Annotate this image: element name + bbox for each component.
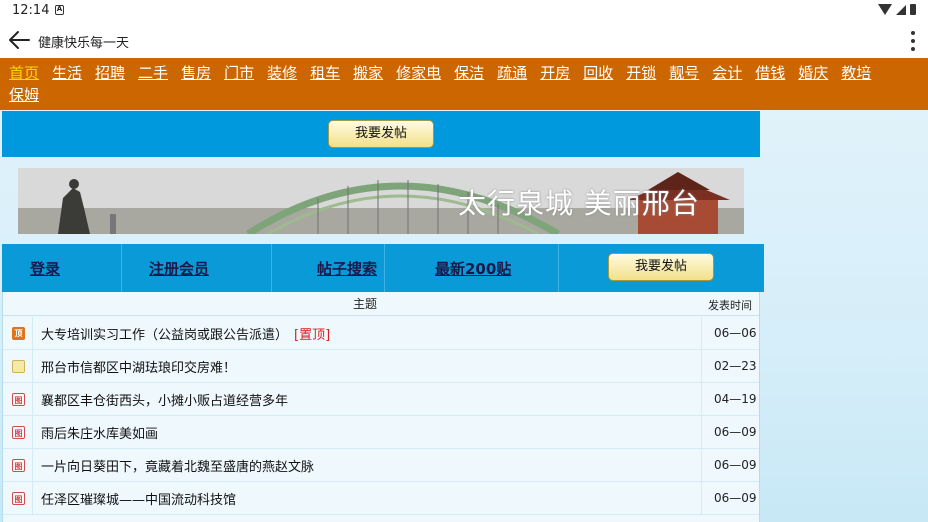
- login-link[interactable]: 登录: [30, 258, 60, 279]
- page-title: 健康快乐每一天: [38, 36, 130, 51]
- member-cell-search: 帖子搜索: [272, 244, 385, 292]
- nav-item-secondhand[interactable]: 二手: [138, 62, 168, 84]
- post-subject[interactable]: 大专培训实习工作（公益岗或跟公告派遣） [置顶]: [41, 324, 330, 343]
- table-row[interactable]: 图 一片向日葵田下，竟藏着北魏至盛唐的燕赵文脉 06—09: [3, 449, 759, 482]
- post-time: 04—19: [714, 392, 757, 406]
- post-link[interactable]: 任泽区璀璨城——中国流动科技馆: [41, 493, 236, 508]
- nav-item-home[interactable]: 首页: [9, 62, 39, 84]
- nav-item-appliance-repair[interactable]: 修家电: [396, 62, 441, 84]
- post-link[interactable]: 一片向日葵田下，竟藏着北魏至盛唐的燕赵文脉: [41, 460, 314, 475]
- post-link[interactable]: 襄都区丰仓街西头，小摊小贩占道经营多年: [41, 394, 288, 409]
- signal-icon: [896, 4, 906, 15]
- nav-item-life[interactable]: 生活: [52, 62, 82, 84]
- header-time: 发表时间: [708, 299, 752, 312]
- register-link[interactable]: 注册会员: [149, 258, 209, 279]
- table-row[interactable]: 图 雨后朱庄水库美如画 06—09: [3, 416, 759, 449]
- table-row[interactable]: 顶 大专培训实习工作（公益岗或跟公告派遣） [置顶] 06—06: [3, 317, 759, 350]
- app-bar: 健康快乐每一天: [0, 22, 928, 58]
- web-page: 首页 生活 招聘 二手 售房 门市 装修 租车 搬家 修家电 保洁 疏通 开房 回收 开锁 靓号 会计 借钱 婚庆教…: [0, 58, 928, 522]
- banner-image: 太行泉城 美丽邢台: [18, 168, 744, 234]
- image-icon: 图: [12, 459, 25, 472]
- member-cell-login: 登录: [2, 244, 122, 292]
- image-icon: 图: [12, 426, 25, 439]
- banner-slogan: 太行泉城 美丽邢台: [458, 187, 700, 220]
- nav-item-phone-number[interactable]: 靓号: [669, 62, 699, 84]
- member-bar: 登录 注册会员 帖子搜索 最新200贴 我要发帖: [2, 244, 764, 292]
- status-bar: 12:14 A: [0, 0, 928, 22]
- nav-item-loan[interactable]: 借钱: [755, 62, 785, 84]
- table-header: 主题 发表时间: [3, 292, 759, 316]
- nav-item-decoration[interactable]: 装修: [267, 62, 297, 84]
- nav-item-accounting[interactable]: 会计: [712, 62, 742, 84]
- document-icon: [12, 360, 25, 373]
- post-subject[interactable]: 邢台市信都区中湖珐琅印交房难！: [41, 357, 236, 376]
- wifi-icon: [878, 4, 892, 15]
- post-subject[interactable]: 襄都区丰仓街西头，小摊小贩占道经营多年: [41, 390, 288, 409]
- nav-item-storefront[interactable]: 门市: [224, 62, 254, 84]
- nav-item-jobs[interactable]: 招聘: [95, 62, 125, 84]
- image-icon: 图: [12, 393, 25, 406]
- post-link[interactable]: 雨后朱庄水库美如画: [41, 427, 158, 442]
- post-subject[interactable]: 雨后朱庄水库美如画: [41, 423, 158, 442]
- new-post-button-secondary[interactable]: 我要发帖: [608, 253, 714, 281]
- nav-item-house-sale[interactable]: 售房: [181, 62, 211, 84]
- notification-icon: A: [55, 5, 64, 15]
- table-row[interactable]: 图 任泽区璀璨城——中国流动科技馆 06—09: [3, 482, 759, 515]
- post-time: 06—09: [714, 458, 757, 472]
- post-search-link[interactable]: 帖子搜索: [317, 258, 377, 279]
- post-link[interactable]: 邢台市信都区中湖珐琅印交房难！: [41, 361, 236, 376]
- post-subject[interactable]: 一片向日葵田下，竟藏着北魏至盛唐的燕赵文脉: [41, 456, 314, 475]
- nav-item-wedding[interactable]: 婚庆: [798, 62, 828, 84]
- posts-table: 主题 发表时间 顶 大专培训实习工作（公益岗或跟公告派遣） [置顶] 06—06 …: [2, 292, 760, 522]
- image-icon: 图: [12, 492, 25, 505]
- nav-item-education[interactable]: 教培: [841, 62, 871, 84]
- system-icons: [878, 4, 916, 15]
- post-time: 02—23: [714, 359, 757, 373]
- post-time: 06—06: [714, 326, 757, 340]
- table-row[interactable]: 图 襄都区丰仓街西头，小摊小贩占道经营多年 04—19: [3, 383, 759, 416]
- status-time: 12:14: [12, 3, 50, 18]
- nav-item-hotel[interactable]: 开房: [540, 62, 570, 84]
- nav-item-locksmith[interactable]: 开锁: [626, 62, 656, 84]
- post-subject[interactable]: 任泽区璀璨城——中国流动科技馆: [41, 489, 236, 508]
- more-options-icon[interactable]: [910, 31, 916, 51]
- new-post-button[interactable]: 我要发帖: [328, 120, 434, 148]
- nav-item-recycle[interactable]: 回收: [583, 62, 613, 84]
- post-time: 06—09: [714, 491, 757, 505]
- table-row[interactable]: 邢台市信都区中湖珐琅印交房难！ 02—23: [3, 350, 759, 383]
- post-time: 06—09: [714, 425, 757, 439]
- nav-item-cleaning[interactable]: 保洁: [454, 62, 484, 84]
- category-nav: 首页 生活 招聘 二手 售房 门市 装修 租车 搬家 修家电 保洁 疏通 开房 回收 开锁 靓号 会计 借钱 婚庆教…: [0, 58, 928, 110]
- header-subject: 主题: [353, 297, 378, 311]
- back-arrow-icon[interactable]: [8, 30, 30, 50]
- pinned-icon: 顶: [12, 327, 25, 340]
- member-cell-register: 注册会员: [122, 244, 272, 292]
- nav-item-nanny[interactable]: 保姆: [9, 84, 39, 106]
- post-strip: 我要发帖: [2, 111, 760, 157]
- latest-posts-link[interactable]: 最新200贴: [435, 258, 511, 279]
- post-link[interactable]: 大专培训实习工作（公益岗或跟公告派遣）: [41, 328, 288, 343]
- nav-item-car-rental[interactable]: 租车: [310, 62, 340, 84]
- battery-icon: [910, 4, 916, 15]
- nav-item-drain[interactable]: 疏通: [497, 62, 527, 84]
- pinned-badge: [置顶]: [294, 328, 331, 343]
- member-cell-latest: 最新200贴: [385, 244, 559, 292]
- nav-item-moving[interactable]: 搬家: [353, 62, 383, 84]
